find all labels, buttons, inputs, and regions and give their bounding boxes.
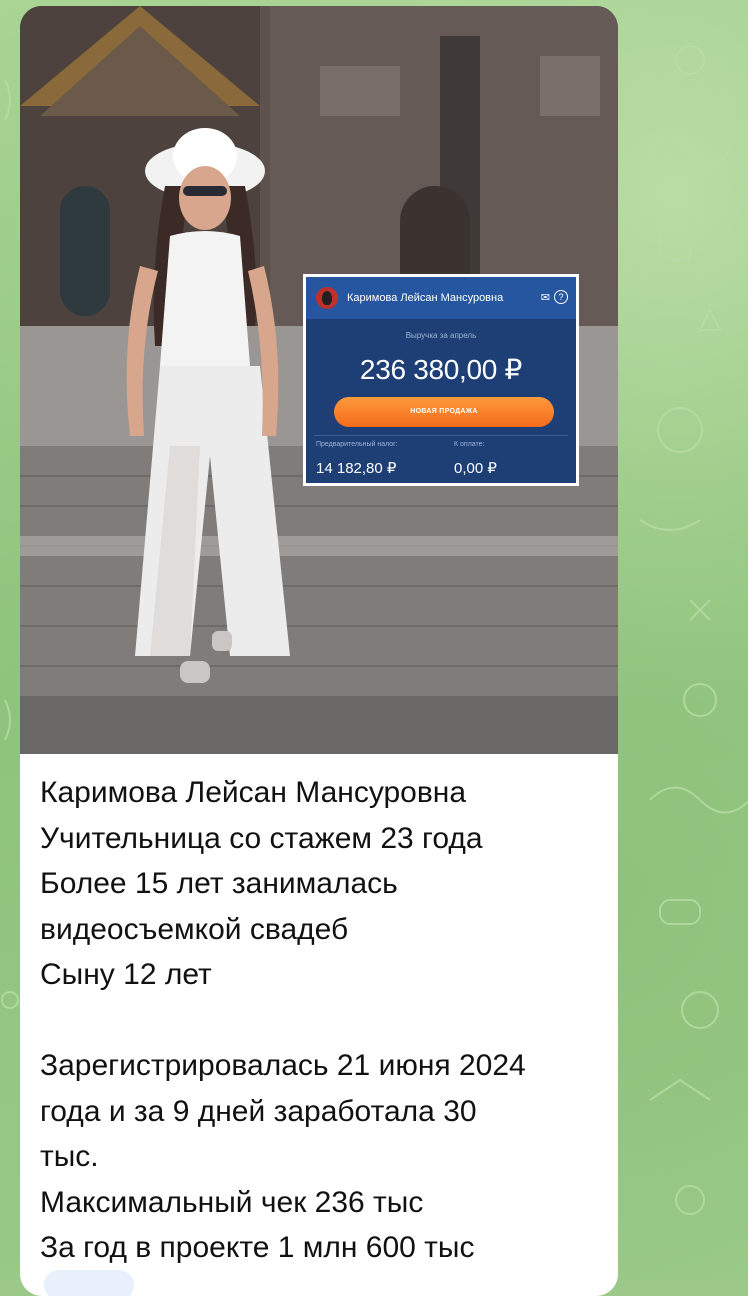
message-line: За год в проекте 1 млн 600 тыс (40, 1231, 475, 1264)
message-line: Более 15 лет занималась (40, 867, 398, 900)
pay-value: 0,00 ₽ (454, 460, 497, 477)
message-line: Сыну 12 лет (40, 958, 212, 991)
message-bubble[interactable]: Каримова Лейсан Мансуровна ✉ ? Выручка з… (20, 6, 618, 1296)
message-line: тыс. (40, 1140, 99, 1173)
message-line: видеосъемкой свадеб (40, 912, 349, 946)
tax-value: 14 182,80 ₽ (316, 460, 397, 477)
message-line: Каримова Лейсан Мансуровна (40, 776, 467, 809)
mail-icon: ✉ (540, 292, 550, 304)
new-sale-button: НОВАЯ ПРОДАЖА (334, 397, 554, 427)
message-text: Каримова Лейсан Мансуровна Учительница с… (40, 770, 600, 1271)
message-line: Учительница со стажем 23 года (40, 821, 483, 855)
message-line: Зарегистрировалась 21 июня 2024 (40, 1049, 526, 1082)
widget-avatar (316, 287, 338, 309)
reaction-pill[interactable] (44, 1270, 134, 1296)
revenue-amount: 236 380,00 ₽ (359, 354, 523, 385)
tax-label: Предварительный налог: (316, 441, 398, 448)
message-photo[interactable]: Каримова Лейсан Мансуровна ✉ ? Выручка з… (20, 6, 618, 754)
message-line: года и за 9 дней заработала 30 (40, 1094, 477, 1128)
revenue-label: Выручка за апрель (405, 331, 477, 340)
widget-header: Каримова Лейсан Мансуровна ✉ ? (306, 277, 576, 319)
widget-account-name: Каримова Лейсан Мансуровна (347, 292, 504, 304)
pay-label: К оплате: (454, 441, 485, 448)
revenue-widget: Каримова Лейсан Мансуровна ✉ ? Выручка з… (303, 274, 579, 486)
help-icon: ? (554, 290, 568, 304)
message-line: Максимальный чек 236 тыс (40, 1185, 424, 1219)
widget-divider (314, 435, 568, 436)
